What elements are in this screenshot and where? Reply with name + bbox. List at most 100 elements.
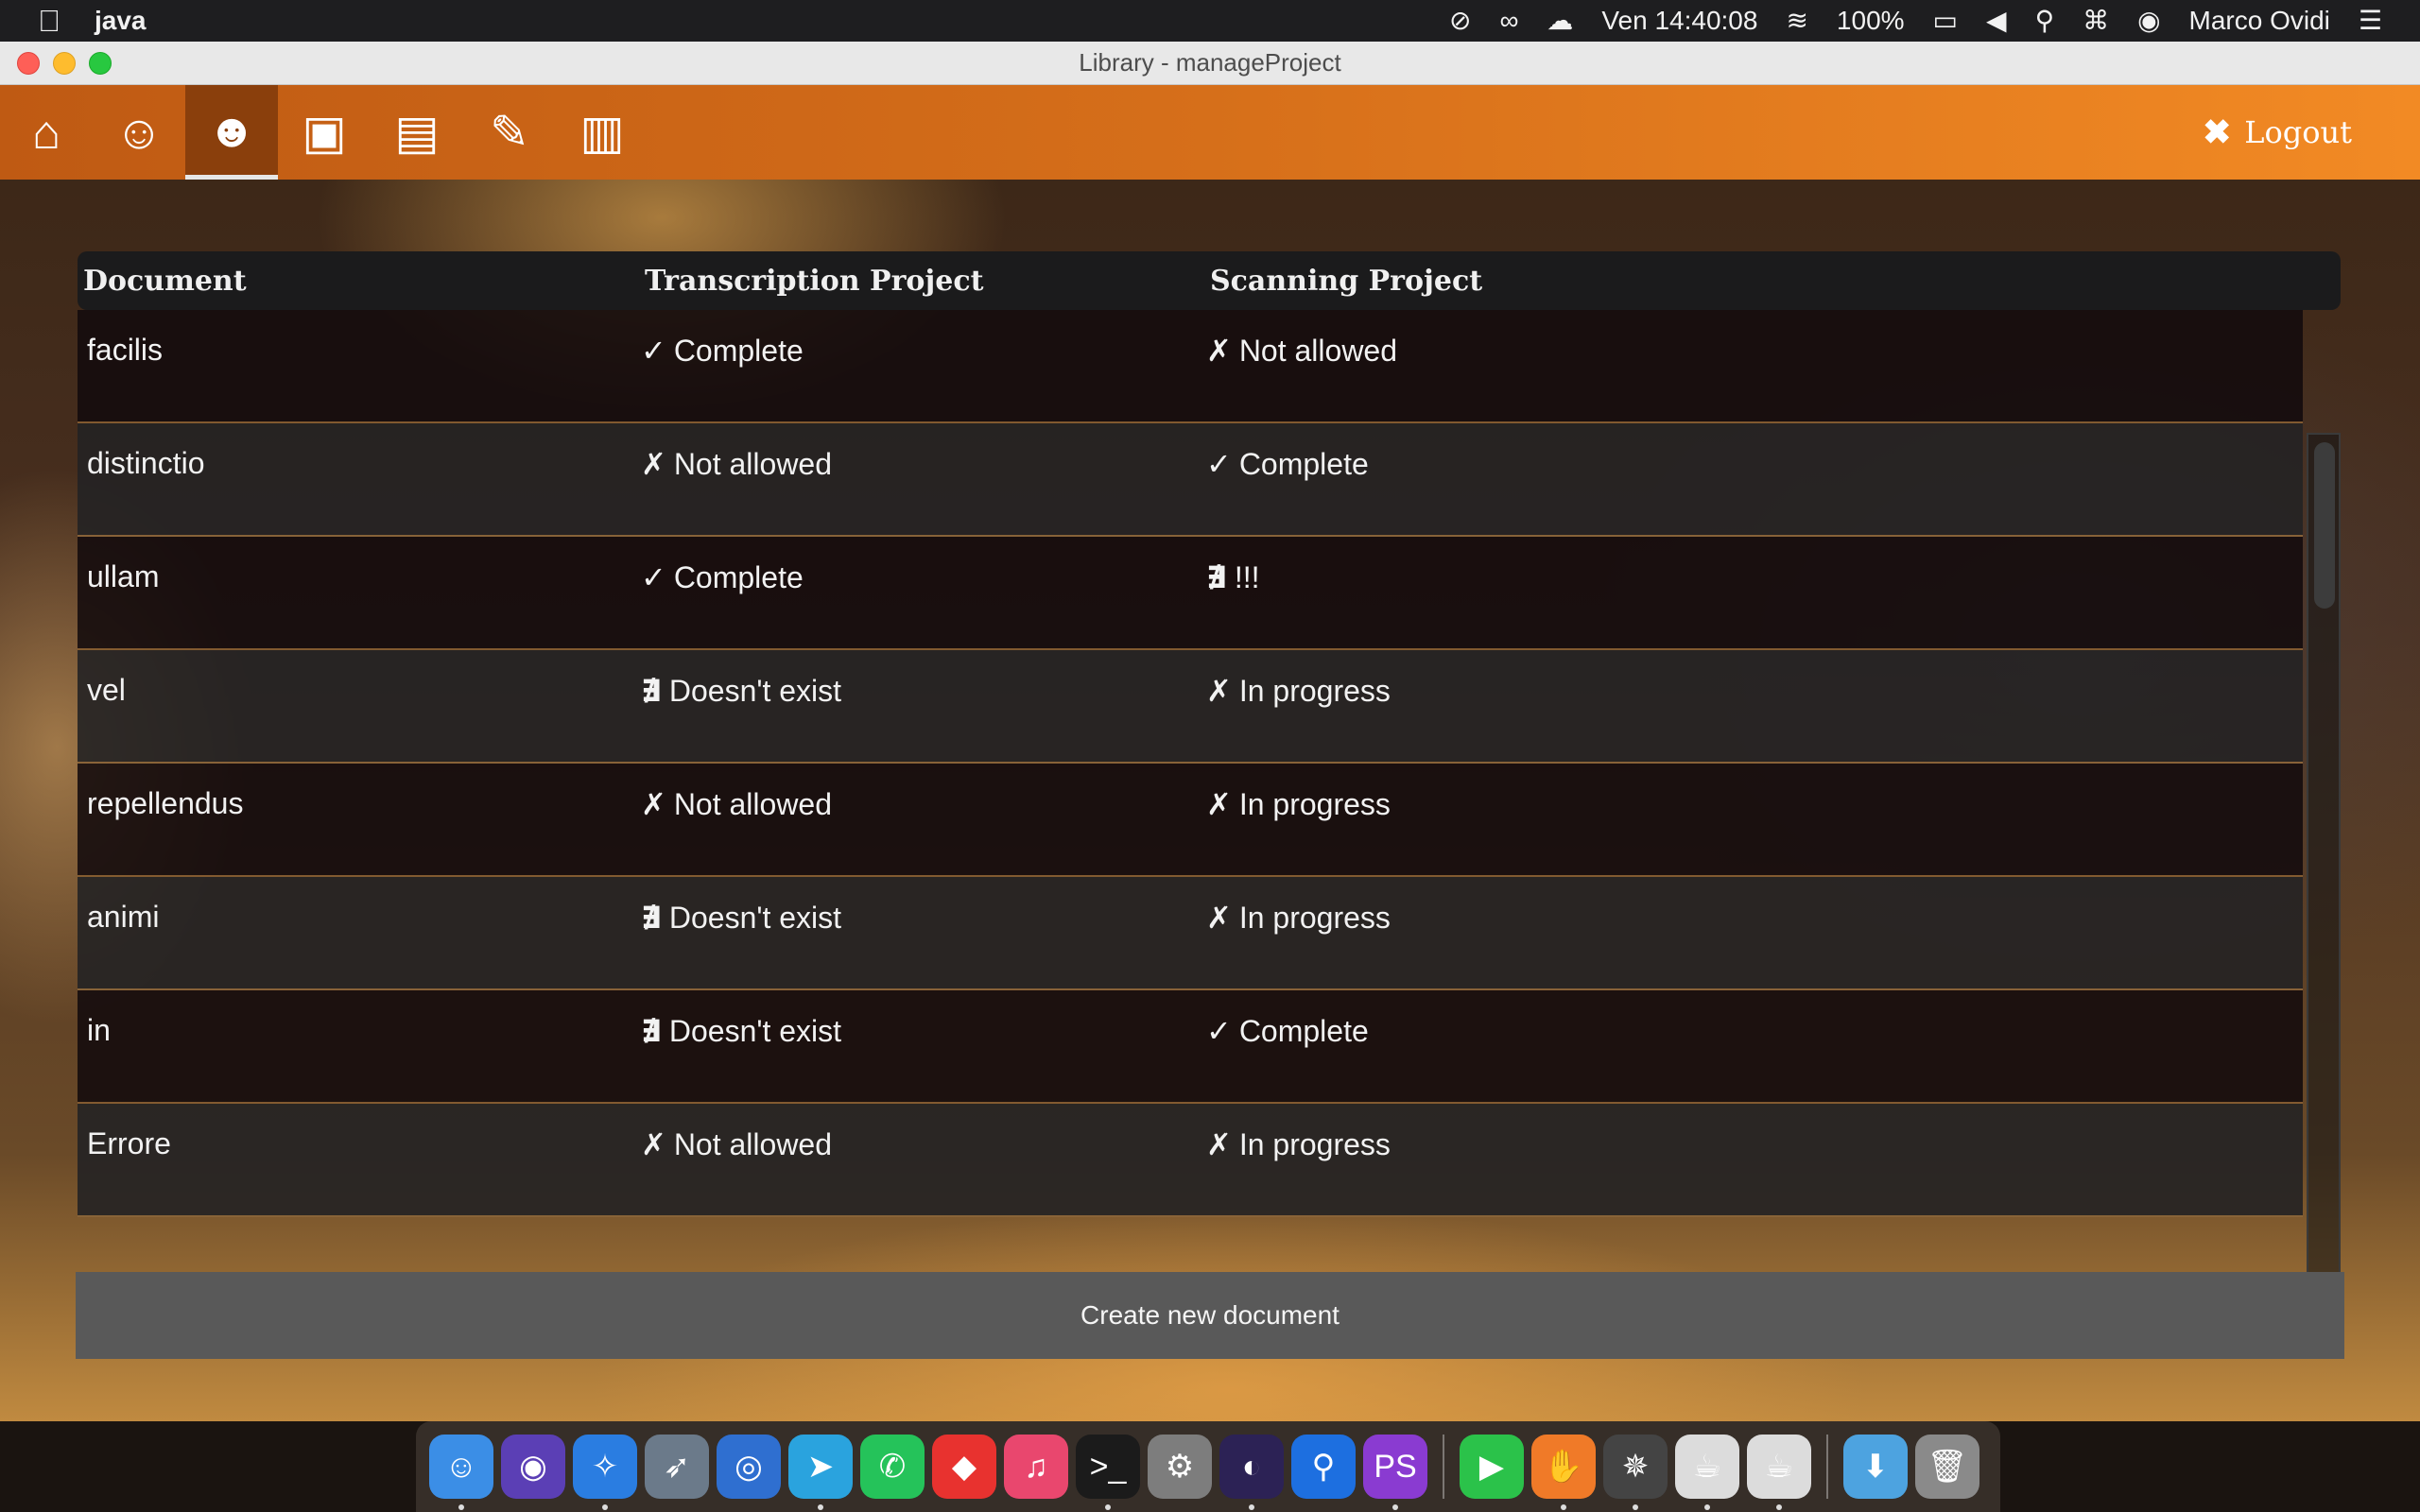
table-row[interactable]: animi ∄ Doesn't exist ✗ In progress	[78, 877, 2303, 990]
apple-menu-icon[interactable]: 	[38, 0, 60, 42]
battery-icon[interactable]: ▭	[1933, 0, 1958, 42]
logout-button[interactable]: ✖ Logout	[2203, 85, 2420, 180]
keyboard-icon[interactable]: ⌘	[2083, 0, 2109, 42]
window-minimize-button[interactable]	[53, 51, 76, 75]
document-cell: in	[87, 1013, 111, 1047]
compass-icon: ✵	[1621, 1449, 1650, 1485]
column-header-scanning[interactable]: Scanning Project	[1210, 265, 1777, 298]
window-maximize-button[interactable]	[89, 51, 112, 75]
dock-item-compass-app[interactable]: ✵	[1603, 1435, 1668, 1510]
status-icon: ✗	[641, 447, 666, 481]
document-cell: ullam	[87, 559, 160, 593]
apple-icon: ◎	[735, 1449, 763, 1485]
volume-icon[interactable]: ◀	[1986, 0, 2007, 42]
notification-center-icon[interactable]: ☰	[2359, 0, 2382, 42]
spotlight-search-icon[interactable]: ⚲	[2035, 0, 2055, 42]
dock-item-downloads[interactable]: ⬇	[1843, 1435, 1908, 1499]
account-button[interactable]: ☺	[93, 85, 185, 180]
table-row[interactable]: Errore ✗ Not allowed ✗ In progress	[78, 1104, 2303, 1217]
table-row[interactable]: distinctio ✗ Not allowed ✓ Complete	[78, 423, 2303, 537]
siri-menubar-icon[interactable]: ◉	[2137, 0, 2160, 42]
window-controls	[0, 51, 112, 75]
wifi-icon[interactable]: ≋	[1786, 0, 1807, 42]
dock-item-trash[interactable]: 🗑	[1915, 1435, 1979, 1499]
create-document-button[interactable]: Create new document	[76, 1272, 2344, 1359]
terminal-icon: >_	[1089, 1448, 1127, 1485]
siri-icon: ◉	[519, 1449, 547, 1485]
table-row[interactable]: facilis ✓ Complete ✗ Not allowed	[78, 310, 2303, 423]
logout-label: Logout	[2244, 114, 2352, 150]
dock-item-siri[interactable]: ◉	[501, 1435, 565, 1499]
table-row[interactable]: repellendus ✗ Not allowed ✗ In progress	[78, 764, 2303, 877]
status-icon: ✓	[641, 334, 666, 368]
home-icon: ⌂	[31, 106, 61, 159]
dock-item-finder[interactable]: ☺	[429, 1435, 493, 1510]
status-text: Not allowed	[673, 787, 833, 821]
briefcase-icon: ▥	[579, 106, 625, 159]
menubar-app-name[interactable]: java	[95, 6, 147, 36]
column-header-document[interactable]: Document	[78, 265, 645, 298]
file-icon: ▤	[394, 106, 440, 159]
table-row[interactable]: vel ∄ Doesn't exist ✗ In progress	[78, 650, 2303, 764]
creative-cloud-icon[interactable]: ∞	[1499, 0, 1518, 42]
transcription-cell: ✓ Complete	[641, 333, 1206, 421]
dock-item-launchpad[interactable]: ➶	[645, 1435, 709, 1499]
status-text: Not allowed	[1238, 334, 1398, 368]
phpstorm-icon: PS	[1374, 1448, 1417, 1485]
dock-item-facetime[interactable]: ▶	[1460, 1435, 1524, 1499]
app-window: Library - manageProject ⌂ ☺ ☻ ▣ ▤ ✎ ▥ ✖ …	[0, 42, 2420, 1421]
status-text: Doesn't exist	[668, 674, 842, 708]
main-content: ⌂ ☺ ☻ ▣ ▤ ✎ ▥ ✖ Logout Document Transcri…	[0, 85, 2420, 1421]
transcription-cell: ∄ Doesn't exist	[641, 673, 1206, 762]
documents-button[interactable]: ▤	[371, 85, 463, 180]
home-button[interactable]: ⌂	[0, 85, 93, 180]
scanning-cell: ✗ In progress	[1206, 786, 1773, 875]
dock-item-eclipse[interactable]: ◐	[1219, 1435, 1284, 1510]
images-button[interactable]: ▣	[278, 85, 371, 180]
dock-item-whatsapp[interactable]: ✆	[860, 1435, 925, 1499]
dock-item-handy-app[interactable]: ✋	[1531, 1435, 1596, 1510]
status-text: In progress	[1238, 787, 1391, 821]
dock-item-java-app-1[interactable]: ☕	[1675, 1435, 1739, 1510]
dock-item-telegram[interactable]: ➤	[788, 1435, 853, 1510]
cloud-upload-icon[interactable]: ☁	[1547, 0, 1573, 42]
table-row[interactable]: ullam ✓ Complete ∄!!!	[78, 537, 2303, 650]
scrollbar-thumb[interactable]	[2314, 442, 2335, 609]
table-body: facilis ✓ Complete ✗ Not allowed distincti…	[78, 310, 2303, 1217]
window-titlebar[interactable]: Library - manageProject	[0, 42, 2420, 85]
dock: ☺ ◉ ✧ ➶ ◎ ➤ ✆ ◆ ♫ >_ ⚙ ◐ ⚲ PS ▶ ✋ ✵ ☕ ☕ ⬇ 🗑	[416, 1421, 2000, 1512]
window-close-button[interactable]	[17, 51, 40, 75]
dock-item-phpstorm[interactable]: PS	[1363, 1435, 1427, 1510]
dock-item-sourcetree[interactable]: ⚲	[1291, 1435, 1356, 1499]
nav-toolbar: ⌂ ☺ ☻ ▣ ▤ ✎ ▥ ✖ Logout	[0, 85, 2420, 180]
document-cell: vel	[87, 673, 126, 707]
edit-button[interactable]: ✎	[463, 85, 556, 180]
projects-button[interactable]: ▥	[556, 85, 648, 180]
transcription-cell: ✗ Not allowed	[641, 1126, 1206, 1215]
status-text: In progress	[1238, 674, 1391, 708]
dock-item-mail-client[interactable]: ◎	[717, 1435, 781, 1499]
rocket-icon: ➶	[663, 1449, 691, 1485]
dock-item-terminal[interactable]: >_	[1076, 1435, 1140, 1510]
menubar-clock[interactable]: Ven 14:40:08	[1601, 6, 1757, 36]
battery-percent[interactable]: 100%	[1837, 6, 1905, 36]
status-icon: ✓	[641, 560, 666, 594]
paperclip-icon[interactable]: ⊘	[1449, 0, 1471, 42]
scanning-cell: ✗ Not allowed	[1206, 333, 1773, 421]
dock-item-safari[interactable]: ✧	[573, 1435, 637, 1510]
column-header-transcription[interactable]: Transcription Project	[645, 265, 1210, 298]
safari-icon: ✧	[591, 1449, 619, 1485]
table-row[interactable]: in ∄ Doesn't exist ✓ Complete	[78, 990, 2303, 1104]
table-scrollbar[interactable]	[2307, 433, 2341, 1276]
menubar-user-name[interactable]: Marco Ovidi	[2189, 6, 2330, 36]
users-button[interactable]: ☻	[185, 85, 278, 180]
dock-item-system-preferences[interactable]: ⚙	[1148, 1435, 1212, 1499]
dock-item-anydesk[interactable]: ◆	[932, 1435, 996, 1499]
status-icon: ✓	[1206, 1014, 1232, 1048]
window-title: Library - manageProject	[1079, 48, 1341, 77]
whatsapp-icon: ✆	[878, 1449, 907, 1485]
dock-item-java-app-2[interactable]: ☕	[1747, 1435, 1811, 1510]
dock-item-itunes[interactable]: ♫	[1004, 1435, 1068, 1499]
status-text: In progress	[1238, 1127, 1391, 1161]
trash-icon: 🗑	[1927, 1449, 1968, 1485]
